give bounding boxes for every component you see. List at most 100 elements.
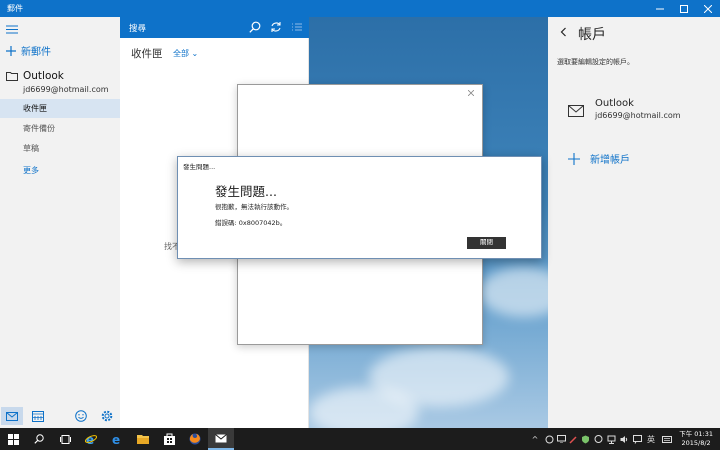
selection-mode-button[interactable] [291,21,303,33]
taskbar-file-explorer[interactable] [130,428,156,450]
mail-icon [568,105,584,117]
calendar-switch-button[interactable] [27,407,49,425]
new-mail-button[interactable]: 新郵件 [6,43,51,58]
taskbar-clock[interactable]: 下午 01:31 2015/8/2 [679,430,713,448]
nav-account[interactable]: Outlook jd6699@hotmail.com [6,70,109,94]
start-button[interactable] [0,428,26,450]
maximize-icon [680,4,688,13]
taskbar: e e ^ 英 下午 01:31 2015/8/2 [0,428,720,450]
taskbar-firefox[interactable] [182,428,208,450]
tray-network-icon[interactable] [605,433,617,445]
folder-drafts[interactable]: 草稿 [0,139,120,158]
minimize-button[interactable] [648,0,672,17]
error-dialog-heading: 發生問題... [215,184,277,199]
svg-text:e: e [86,433,94,445]
filter-label: 全部 [173,49,189,58]
tray-volume-icon[interactable] [618,433,630,445]
error-dialog-code: 錯誤碼: 0x8007042b。 [215,219,287,227]
task-view-icon [59,434,71,444]
nav-account-name: Outlook [23,70,64,82]
error-dialog-caption: 發生問題... [183,163,216,171]
filter-dropdown[interactable]: 全部 ⌄ [173,48,198,59]
new-mail-label: 新郵件 [21,47,51,58]
mail-switch-button[interactable] [1,407,23,425]
tray-keyboard-icon[interactable] [661,433,673,445]
tray-overflow-chevron-icon[interactable]: ^ [529,433,541,445]
close-window-button[interactable] [696,0,720,17]
cloud [479,267,548,317]
taskbar-mail[interactable] [208,428,234,450]
task-view-button[interactable] [52,428,78,450]
tray-app-icon[interactable] [543,433,555,445]
more-folders-link[interactable]: 更多 [23,165,39,176]
network-icon [607,435,615,444]
plus-icon [568,152,580,165]
folder-sent[interactable]: 寄件備份 [0,119,120,138]
chevron-down-icon: ⌄ [191,49,199,58]
blank-dialog-close-button[interactable] [468,90,474,96]
windows-logo-icon [7,433,19,445]
hamburger-icon [6,25,18,34]
clock-time: 下午 01:31 [679,430,713,438]
minimize-icon [656,8,664,9]
edge-icon: e [112,433,120,445]
error-dialog-message: 很抱歉，無法執行該動作。 [215,203,293,211]
maximize-button[interactable] [672,0,696,17]
taskbar-store[interactable] [156,428,182,450]
close-icon [468,90,474,96]
feedback-button[interactable] [70,407,92,425]
error-dialog-close-button[interactable]: 關閉 [467,237,506,249]
folder-inbox[interactable]: 收件匣 [0,99,120,118]
search-icon [34,434,44,444]
tray-pen-icon[interactable] [567,433,579,445]
back-button[interactable] [560,27,567,37]
folder-icon [137,435,149,444]
plus-icon [6,45,16,56]
settings-button[interactable] [96,407,118,425]
add-account-button[interactable]: 新增帳戶 [568,151,630,166]
folder-title: 收件匣 [131,48,163,60]
folder-icon [6,72,18,81]
clock-date: 2015/8/2 [681,439,711,447]
store-icon [163,433,175,445]
firefox-icon [189,433,201,445]
tray-display-icon[interactable] [555,433,567,445]
tray-circle-icon [545,435,553,443]
taskbar-ie[interactable]: e [78,428,104,450]
accounts-pane: 帳戶 選取要編輯設定的帳戶。 Outlook jd6699@hotmail.co… [548,17,720,428]
title-bar: 郵件 [0,0,720,17]
calendar-icon [32,410,44,422]
error-dialog: 發生問題... 發生問題... 很抱歉，無法執行該動作。 錯誤碼: 0x8007… [177,156,542,259]
close-icon [704,4,712,13]
nav-account-email: jd6699@hotmail.com [23,85,109,94]
taskbar-edge[interactable]: e [104,428,130,450]
internet-explorer-icon: e [85,433,97,445]
gear-icon [101,410,113,422]
window-title: 郵件 [7,4,23,13]
keyboard-icon [662,435,672,443]
monitor-icon [556,435,566,443]
globe-icon [594,435,602,443]
search-button[interactable] [249,21,261,33]
accounts-hint: 選取要編輯設定的帳戶。 [557,58,634,66]
message-icon [632,434,642,444]
tray-notifications-icon[interactable] [631,433,643,445]
tray-security-icon[interactable] [579,433,591,445]
list-header: 搜尋 [120,17,309,38]
tray-ime-indicator[interactable]: 英 [644,433,658,445]
add-account-label: 新增帳戶 [590,155,630,166]
search-label[interactable]: 搜尋 [129,22,146,34]
sync-button[interactable] [270,21,282,33]
chevron-left-icon [560,27,566,37]
smiley-icon [75,410,87,422]
tray-cloud-icon[interactable] [592,433,604,445]
hamburger-button[interactable] [6,25,18,34]
nav-bottom-bar [0,404,120,428]
list-select-icon [292,23,302,31]
accounts-title: 帳戶 [578,27,606,43]
navigation-pane: 新郵件 Outlook jd6699@hotmail.com 收件匣 寄件備份 … [0,17,120,428]
pen-icon [568,435,577,444]
taskbar-search-button[interactable] [26,428,52,450]
search-icon [249,21,261,33]
account-name: Outlook [595,98,634,109]
